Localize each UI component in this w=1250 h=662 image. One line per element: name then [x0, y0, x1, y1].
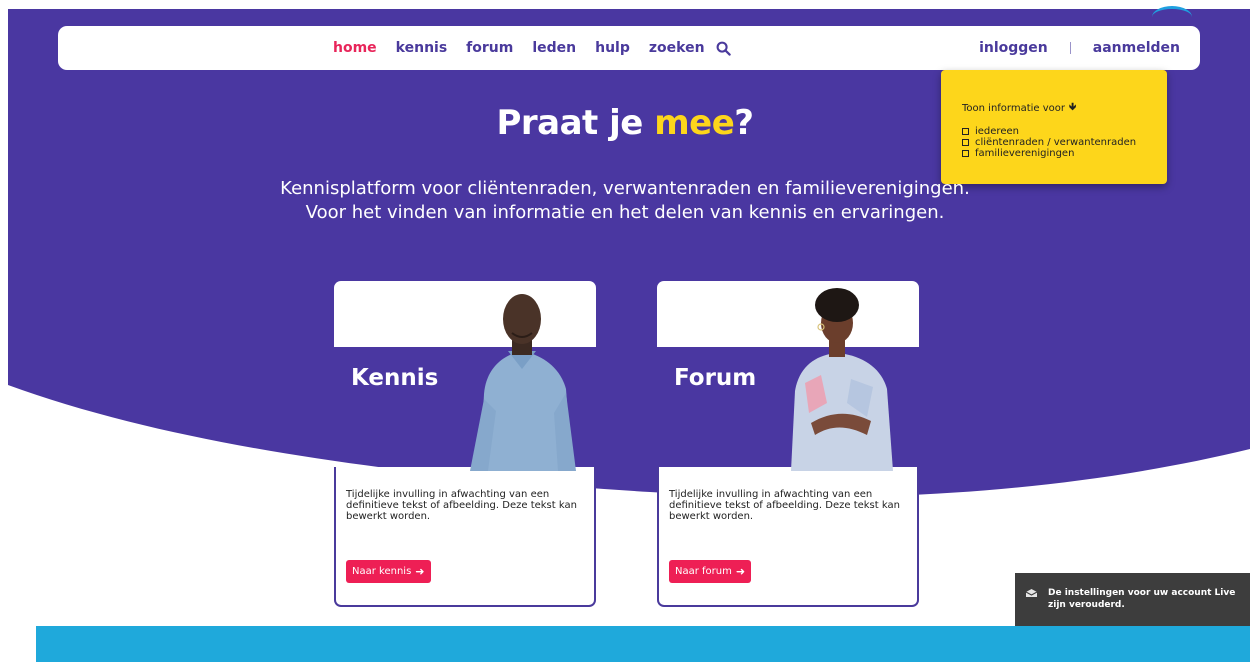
- nav-link-zoeken[interactable]: zoeken: [649, 40, 705, 56]
- hero-subtitle: Kennisplatform voor cliëntenraden, verwa…: [0, 177, 1250, 225]
- nav-separator: [1069, 42, 1071, 54]
- card-text: Tijdelijke invulling in afwachting van e…: [346, 489, 577, 522]
- card-kennis: Kennis Tijdelijke invulling in afwachtin…: [334, 281, 596, 607]
- hero-subtitle-line-1: Kennisplatform voor cliëntenraden, verwa…: [280, 178, 970, 199]
- card-body: [334, 467, 596, 607]
- account-settings-toast[interactable]: De instellingen voor uw account Live zij…: [1015, 573, 1250, 626]
- card-body: [657, 467, 919, 607]
- checkbox[interactable]: [962, 150, 969, 157]
- login-link[interactable]: inloggen: [979, 40, 1048, 56]
- person-photo: [791, 288, 893, 471]
- toast-message: De instellingen voor uw account Live zij…: [1048, 588, 1236, 610]
- card-text: Tijdelijke invulling in afwachting van e…: [669, 489, 900, 522]
- naar-forum-button[interactable]: Naar forum ➜: [669, 560, 752, 583]
- account-nav: inloggen aanmelden: [979, 26, 1180, 70]
- envelope-icon: [1025, 589, 1038, 597]
- hero-title-main: Praat je: [496, 103, 643, 143]
- nav-link-hulp[interactable]: hulp: [595, 40, 630, 56]
- avatar-edge: [1152, 6, 1192, 28]
- option-label: familieverenigingen: [975, 148, 1075, 159]
- footer-band: [36, 626, 1250, 662]
- hero-title-accent: mee: [654, 103, 735, 143]
- card-title: Forum: [674, 365, 757, 391]
- main-nav: home kennis forum leden hulp zoeken: [333, 26, 731, 70]
- naar-kennis-button[interactable]: Naar kennis ➜: [346, 560, 431, 583]
- search-icon[interactable]: [716, 41, 731, 56]
- top-navbar: home kennis forum leden hulp zoeken inlo…: [58, 26, 1200, 70]
- person-photo: [470, 294, 576, 471]
- nav-link-home[interactable]: home: [333, 40, 377, 56]
- card-title: Kennis: [351, 365, 439, 391]
- hero-title-end: ?: [734, 103, 754, 143]
- option-familieverenigingen[interactable]: familieverenigingen: [962, 148, 1167, 159]
- nav-link-leden[interactable]: leden: [532, 40, 576, 56]
- hero-subtitle-line-2: Voor het vinden van informatie en het de…: [305, 202, 945, 223]
- arrow-right-icon: ➜: [415, 565, 425, 578]
- card-forum: Forum Tijdelijke invulling in afwachting…: [657, 281, 919, 607]
- nav-link-forum[interactable]: forum: [466, 40, 513, 56]
- button-label: Naar kennis: [352, 566, 412, 577]
- hero-title: Praat je mee?: [0, 103, 1250, 143]
- button-label: Naar forum: [675, 566, 732, 577]
- arrow-right-icon: ➜: [735, 565, 746, 578]
- nav-link-kennis[interactable]: kennis: [396, 40, 448, 56]
- register-link[interactable]: aanmelden: [1093, 40, 1180, 56]
